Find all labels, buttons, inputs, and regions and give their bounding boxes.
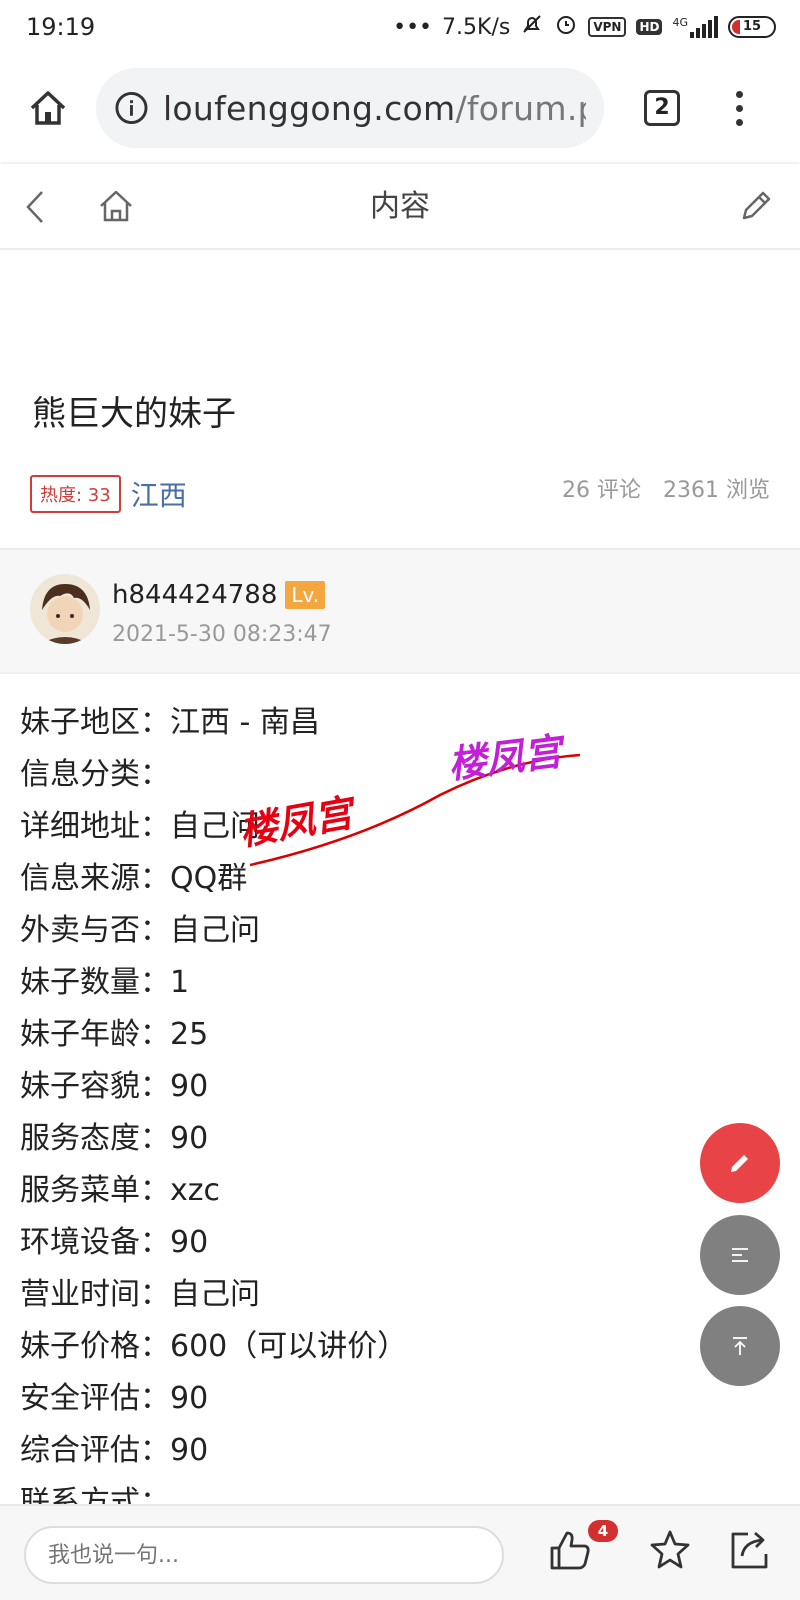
content-line: 妹子容貌：90 <box>20 1069 209 1104</box>
more-dots-icon: ••• <box>393 14 433 40</box>
battery-level: 15 <box>742 19 762 34</box>
post-meta: 热度: 33 江西 26 评论 2361 浏览 <box>30 474 770 514</box>
browser-toolbar: loufenggong.com/forum.p 2 <box>0 54 800 162</box>
content-line: 信息分类： <box>20 757 170 792</box>
status-icons: ••• 7.5K/s VPN HD 4G 15 <box>393 12 776 42</box>
post-title: 熊巨大的妹子 <box>32 394 236 434</box>
outline-fab-button[interactable] <box>700 1215 780 1295</box>
content-line: 营业时间：自己问 <box>20 1277 260 1312</box>
content-line: 妹子年龄：25 <box>20 1017 209 1052</box>
home-icon <box>100 190 132 222</box>
url-domain: loufenggong.com <box>162 88 456 128</box>
status-bar: 19:19 ••• 7.5K/s VPN HD 4G 15 <box>0 0 800 54</box>
content-line: 环境设备：90 <box>20 1225 209 1260</box>
content-line: 妹子地区：江西 - 南昌 <box>20 705 320 740</box>
avatar[interactable] <box>30 574 100 644</box>
content-line: 妹子价格：600（可以讲价） <box>20 1329 408 1364</box>
post-stats: 26 评论 2361 浏览 <box>562 472 770 504</box>
tab-switcher-button[interactable]: 2 <box>644 90 680 126</box>
write-fab-button[interactable] <box>700 1123 780 1203</box>
share-icon <box>731 1531 768 1569</box>
browser-home-button[interactable] <box>0 54 96 162</box>
info-icon <box>115 91 148 125</box>
like-button[interactable] <box>548 1528 592 1576</box>
list-icon <box>732 1248 748 1262</box>
pencil-icon <box>742 191 771 220</box>
back-button[interactable] <box>22 188 50 230</box>
author-card: h844424788 Lv. 2021-5-30 08:23:47 <box>0 548 800 674</box>
favorite-button[interactable] <box>648 1528 692 1576</box>
vpn-icon: VPN <box>588 17 627 37</box>
thumbs-up-icon <box>550 1531 590 1570</box>
app-home-button[interactable] <box>96 186 136 230</box>
view-count: 2361 浏览 <box>663 478 770 503</box>
star-icon <box>650 1530 690 1569</box>
content-line: 妹子数量：1 <box>20 965 190 1000</box>
mute-icon <box>520 12 544 42</box>
home-icon <box>30 91 66 125</box>
browser-menu-button[interactable] <box>736 90 743 126</box>
content-line: 外卖与否：自己问 <box>20 913 260 948</box>
content-line: 联系方式： <box>20 1485 170 1505</box>
level-badge: Lv. <box>285 581 326 609</box>
content-line: 安全评估：90 <box>20 1381 209 1416</box>
url-path: /forum.p <box>455 88 586 128</box>
url-text[interactable]: loufenggong.com/forum.p <box>163 89 586 128</box>
heat-badge: 热度: 33 <box>30 475 121 513</box>
network-speed: 7.5K/s <box>442 14 511 40</box>
pencil-icon <box>731 1155 748 1172</box>
content-line: 综合评估：90 <box>20 1433 209 1468</box>
content-line: 详细地址：自己问 <box>20 809 260 844</box>
back-to-top-fab-button[interactable] <box>700 1306 780 1386</box>
share-button[interactable] <box>728 1528 772 1576</box>
battery-icon: 15 <box>728 16 776 38</box>
bottom-bar: 4 <box>0 1504 800 1600</box>
app-header: 内容 <box>0 164 800 250</box>
alarm-icon <box>554 12 578 42</box>
like-count-badge: 4 <box>588 1520 618 1542</box>
comment-input[interactable] <box>24 1526 504 1584</box>
network-type: 4G <box>672 16 688 29</box>
post-content: 妹子地区：江西 - 南昌 信息分类： 详细地址：自己问 信息来源：QQ群 外卖与… <box>20 697 660 1505</box>
edit-button[interactable] <box>736 186 776 230</box>
clock: 19:19 <box>26 13 96 41</box>
signal-icon: 4G <box>672 16 718 38</box>
comment-count: 26 评论 <box>562 478 642 503</box>
content-line: 服务态度：90 <box>20 1121 209 1156</box>
hd-icon: HD <box>636 19 663 35</box>
author-name[interactable]: h844424788 Lv. <box>112 580 326 610</box>
content-line: 信息来源：QQ群 <box>20 861 248 896</box>
arrow-up-icon <box>733 1337 747 1355</box>
post-date: 2021-5-30 08:23:47 <box>112 622 332 647</box>
author-username[interactable]: h844424788 <box>112 580 277 610</box>
address-bar[interactable]: loufenggong.com/forum.p <box>96 68 604 148</box>
region-tag[interactable]: 江西 <box>131 474 187 514</box>
content-line: 服务菜单：xzc <box>20 1173 220 1208</box>
chevron-left-icon <box>26 191 43 223</box>
